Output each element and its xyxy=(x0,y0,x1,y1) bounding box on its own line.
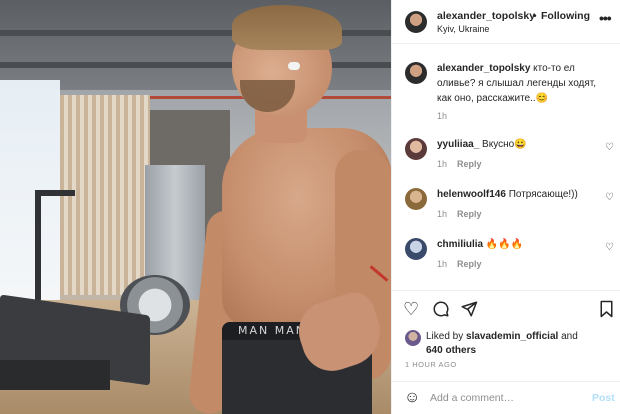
comment-text: helenwoolf146 Потрясающе!)) xyxy=(437,189,578,200)
commenter-avatar[interactable] xyxy=(405,138,427,160)
earbud xyxy=(288,62,300,70)
caption-avatar[interactable] xyxy=(405,62,427,84)
liker-username[interactable]: slavademin_official xyxy=(466,331,558,342)
comment-time[interactable]: 1h xyxy=(437,259,447,269)
waistband-logo: MAN MAN xyxy=(238,324,306,337)
likes-prefix: Liked by xyxy=(426,331,464,342)
bookmark-icon[interactable] xyxy=(599,300,614,321)
comment-body: Вкусно😀 xyxy=(482,139,527,150)
reply-button[interactable]: Reply xyxy=(457,209,482,219)
comment-item: yyuliiaa_ Вкусно😀 1h Reply ♡ xyxy=(392,136,620,182)
caption-timestamp[interactable]: 1h xyxy=(437,111,447,121)
comment-heart-icon[interactable]: ♡ xyxy=(605,192,614,203)
caption-username[interactable]: alexander_topolsky xyxy=(437,63,530,74)
post-caption: alexander_topolsky кто-то ел оливье? я с… xyxy=(437,61,612,106)
commenter-avatar[interactable] xyxy=(405,238,427,260)
post-side-panel: alexander_topolsky • Following Kyiv, Ukr… xyxy=(391,0,620,414)
liker-avatar[interactable] xyxy=(405,330,421,346)
comment-body: 🔥🔥🔥 xyxy=(485,239,524,250)
author-avatar[interactable] xyxy=(405,11,427,33)
author-username[interactable]: alexander_topolsky xyxy=(437,10,535,22)
emoji-icon[interactable]: ☺ xyxy=(404,390,420,406)
comment-heart-icon[interactable]: ♡ xyxy=(605,242,614,253)
commenter-username[interactable]: helenwoolf146 xyxy=(437,189,506,200)
comment-text: yyuliiaa_ Вкусно😀 xyxy=(437,139,527,150)
comment-meta: 1h Reply xyxy=(437,259,492,269)
comment-heart-icon[interactable]: ♡ xyxy=(605,142,614,153)
paper-plane-icon[interactable] xyxy=(460,300,478,321)
post-photo[interactable]: MAN MAN xyxy=(0,0,391,414)
comment-meta: 1h Reply xyxy=(437,159,492,169)
separator-dot: • xyxy=(533,10,537,22)
comment-time[interactable]: 1h xyxy=(437,209,447,219)
comment-time[interactable]: 1h xyxy=(437,159,447,169)
reply-button[interactable]: Reply xyxy=(457,259,482,269)
commenter-username[interactable]: chmiliulia xyxy=(437,239,483,250)
comment-item: chmiliulia 🔥🔥🔥 1h Reply ♡ xyxy=(392,236,620,282)
commenter-avatar[interactable] xyxy=(405,188,427,210)
location-link[interactable]: Kyiv, Ukraine xyxy=(437,24,489,34)
commenter-username[interactable]: yyuliiaa_ xyxy=(437,139,479,150)
likes-others[interactable]: 640 others xyxy=(426,345,476,356)
add-comment-bar: ☺ Post xyxy=(392,381,620,414)
comment-item: helenwoolf146 Потрясающе!)) 1h Reply ♡ xyxy=(392,186,620,232)
comment-icon[interactable] xyxy=(432,300,450,321)
post-timestamp[interactable]: 1 HOUR AGO xyxy=(405,360,457,369)
comment-body: Потрясающе!)) xyxy=(508,189,578,200)
treadmill-base xyxy=(0,360,110,390)
post-actions: ♡ xyxy=(392,290,620,326)
ceiling-beam xyxy=(0,62,391,68)
likes-summary[interactable]: Liked by slavademin_official and 640 oth… xyxy=(426,330,616,358)
person-hair xyxy=(232,5,342,50)
exercise-bike xyxy=(35,190,75,300)
reply-button[interactable]: Reply xyxy=(457,159,482,169)
post-header: alexander_topolsky • Following Kyiv, Ukr… xyxy=(392,0,620,44)
heart-icon[interactable]: ♡ xyxy=(403,300,419,318)
comment-input[interactable] xyxy=(430,388,580,408)
more-horizontal-icon[interactable]: ••• xyxy=(599,10,612,26)
likes-joiner: and xyxy=(561,331,578,342)
following-button[interactable]: Following xyxy=(541,10,590,22)
comment-text: chmiliulia 🔥🔥🔥 xyxy=(437,239,523,250)
comment-meta: 1h Reply xyxy=(437,209,492,219)
post-comment-button[interactable]: Post xyxy=(592,392,615,404)
